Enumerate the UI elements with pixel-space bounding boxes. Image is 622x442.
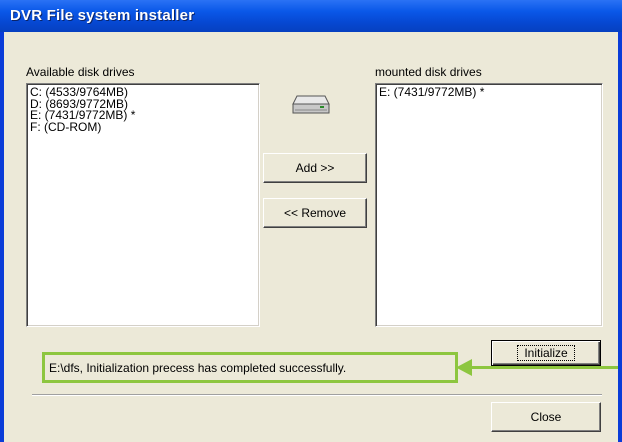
dialog-window: DVR File system installer Available disk… xyxy=(0,0,622,442)
mounted-drives-list[interactable]: E: (7431/9772MB) * xyxy=(375,83,603,327)
initialize-button[interactable]: Initialize xyxy=(491,340,601,366)
callout-arrow-line xyxy=(464,366,618,369)
available-drives-list[interactable]: C: (4533/9764MB) D: (8693/9772MB) E: (7431… xyxy=(26,83,260,327)
close-button[interactable]: Close xyxy=(491,402,601,432)
available-drives-label: Available disk drives xyxy=(26,65,135,79)
window-title: DVR File system installer xyxy=(10,7,195,24)
list-item[interactable]: F: (CD-ROM) xyxy=(27,121,259,134)
callout-arrowhead-icon xyxy=(456,359,472,376)
add-button[interactable]: Add >> xyxy=(263,153,367,183)
title-bar[interactable]: DVR File system installer xyxy=(0,0,622,32)
list-item[interactable]: E: (7431/9772MB) * xyxy=(376,86,602,99)
status-text: E:\dfs, Initialization precess has compl… xyxy=(49,360,347,375)
dialog-body: Available disk drives C: (4533/9764MB) D:… xyxy=(4,32,618,442)
mounted-drives-label: mounted disk drives xyxy=(375,65,482,79)
initialize-label: Initialize xyxy=(517,345,575,361)
status-message: E:\dfs, Initialization precess has compl… xyxy=(42,352,458,383)
remove-button[interactable]: << Remove xyxy=(263,198,367,228)
separator xyxy=(32,394,602,396)
hard-drive-icon xyxy=(292,95,330,114)
